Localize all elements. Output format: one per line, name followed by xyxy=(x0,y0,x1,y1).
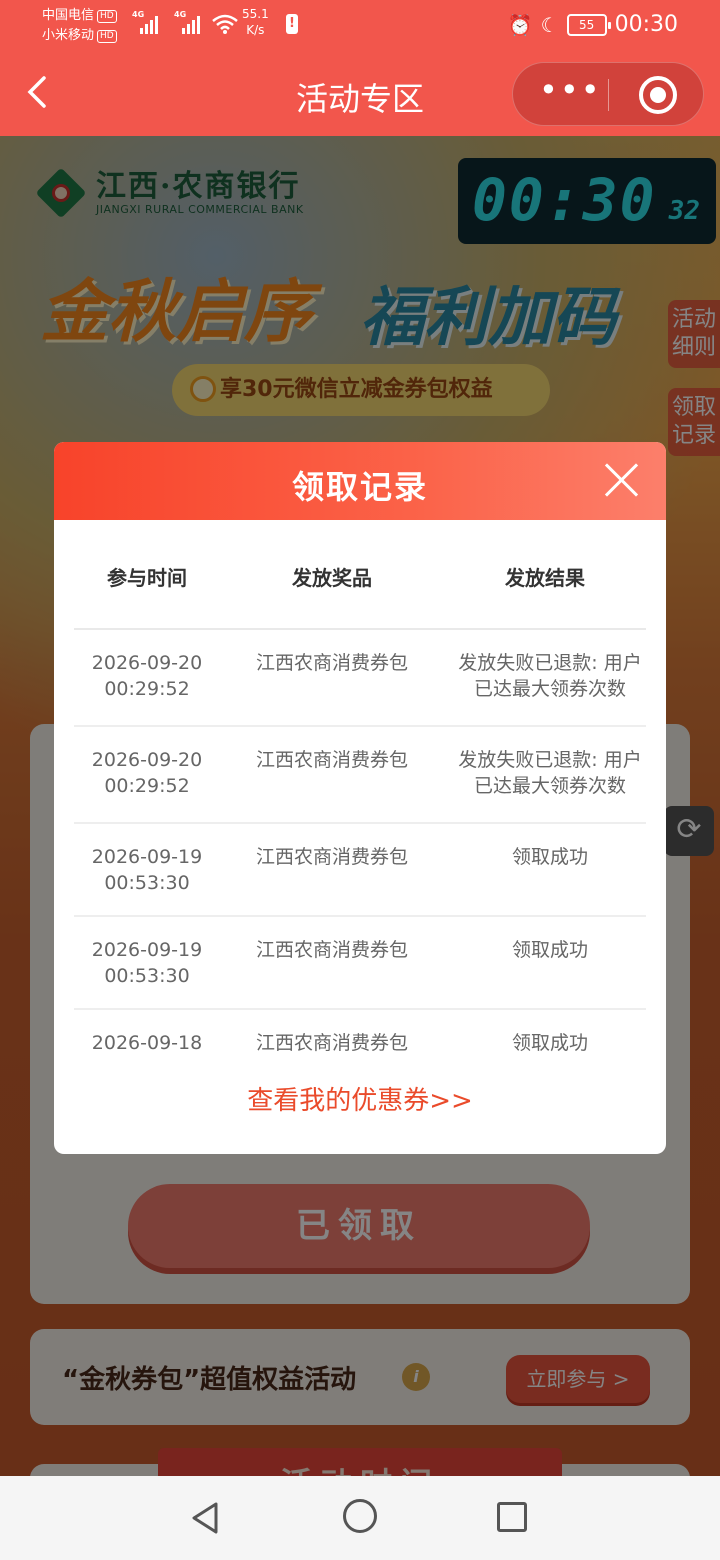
title-bar: 活动专区 ••• xyxy=(0,52,720,136)
row-prize: 江西农商消费券包 xyxy=(255,846,408,868)
wifi-icon xyxy=(212,14,238,39)
signal-indicators: 4G 4G xyxy=(132,10,200,34)
table-row: 2026-09-20 00:29:52 江西农商消费券包 发放失败已退款: 用户已… xyxy=(74,630,646,727)
row-result: 领取成功 xyxy=(511,846,588,868)
more-dots-icon[interactable]: ••• xyxy=(539,74,600,115)
status-bar: 中国电信 HD 小米移动 HD 4G 4G 55.1 K/s ! ⏰ ☾ 55 00… xyxy=(0,0,720,52)
signal-1-icon: 4G xyxy=(132,10,158,34)
hd-badge: HD xyxy=(97,10,117,23)
records-table[interactable]: 参与时间 发放奖品 发放结果 2026-09-20 00:29:52 江西农商消费… xyxy=(74,558,646,1056)
row-result: 发放失败已退款: 用户已达最大领券次数 xyxy=(458,749,642,797)
close-miniprogram-icon[interactable] xyxy=(639,76,677,114)
row-date: 2026-09-19 xyxy=(91,939,203,961)
row-date: 2026-09-18 xyxy=(91,1032,203,1054)
records-modal: 领取记录 参与时间 发放奖品 发放结果 2026-09-20 00:29:52 江… xyxy=(54,442,666,1154)
table-header: 参与时间 发放奖品 发放结果 xyxy=(74,558,646,630)
nav-home-icon[interactable] xyxy=(343,1499,377,1533)
status-right: ⏰ ☾ 55 00:30 xyxy=(508,12,678,37)
signal-2-icon: 4G xyxy=(174,10,200,34)
table-row: 2026-09-19 00:53:30 江西农商消费券包 领取成功 xyxy=(74,824,646,917)
miniprogram-capsule: ••• xyxy=(512,62,704,126)
row-time: 00:29:52 xyxy=(104,775,190,797)
alarm-icon: ⏰ xyxy=(507,12,533,37)
row-date: 2026-09-20 xyxy=(91,749,203,771)
battery-icon: 55 xyxy=(566,13,611,36)
row-result: 发放失败已退款: 用户已达最大领券次数 xyxy=(458,652,642,700)
column-header: 参与时间 xyxy=(107,566,187,590)
view-coupons-link[interactable]: 查看我的优惠券>> xyxy=(54,1080,666,1117)
row-prize: 江西农商消费券包 xyxy=(255,749,408,771)
nav-back-icon[interactable] xyxy=(188,1500,224,1536)
clock-time: 00:30 xyxy=(614,12,678,37)
hd-badge: HD xyxy=(97,30,117,43)
row-date: 2026-09-19 xyxy=(91,846,203,868)
close-icon[interactable] xyxy=(604,462,640,498)
row-prize: 江西农商消费券包 xyxy=(255,652,408,674)
row-time: 00:29:52 xyxy=(104,678,190,700)
row-date: 2026-09-20 xyxy=(91,652,203,674)
net-speed: 55.1 K/s xyxy=(242,7,269,37)
carrier-info: 中国电信 HD 小米移动 HD xyxy=(42,6,117,46)
carrier-1-label: 中国电信 xyxy=(42,8,95,23)
row-time: 00:53:30 xyxy=(104,965,190,987)
row-prize: 江西农商消费券包 xyxy=(255,939,408,961)
carrier-2-label: 小米移动 xyxy=(42,28,95,43)
row-result: 领取成功 xyxy=(511,939,588,961)
table-row: 2026-09-20 00:29:52 江西农商消费券包 发放失败已退款: 用户已… xyxy=(74,727,646,824)
row-time: 00:53:30 xyxy=(104,872,190,894)
system-nav-bar xyxy=(0,1476,720,1560)
notification-icon: ! xyxy=(286,14,298,34)
nav-recents-icon[interactable] xyxy=(497,1502,527,1532)
moon-icon: ☾ xyxy=(540,12,559,37)
table-row: 2026-09-19 00:53:30 江西农商消费券包 领取成功 xyxy=(74,917,646,1010)
column-header: 发放奖品 xyxy=(292,566,372,590)
capsule-divider xyxy=(608,79,609,111)
row-result: 领取成功 xyxy=(511,1032,588,1054)
modal-header: 领取记录 xyxy=(54,442,666,520)
modal-title: 领取记录 xyxy=(291,468,428,506)
row-prize: 江西农商消费券包 xyxy=(255,1032,408,1054)
table-row: 2026-09-18 江西农商消费券包 领取成功 xyxy=(74,1010,646,1056)
column-header: 发放结果 xyxy=(505,566,585,590)
